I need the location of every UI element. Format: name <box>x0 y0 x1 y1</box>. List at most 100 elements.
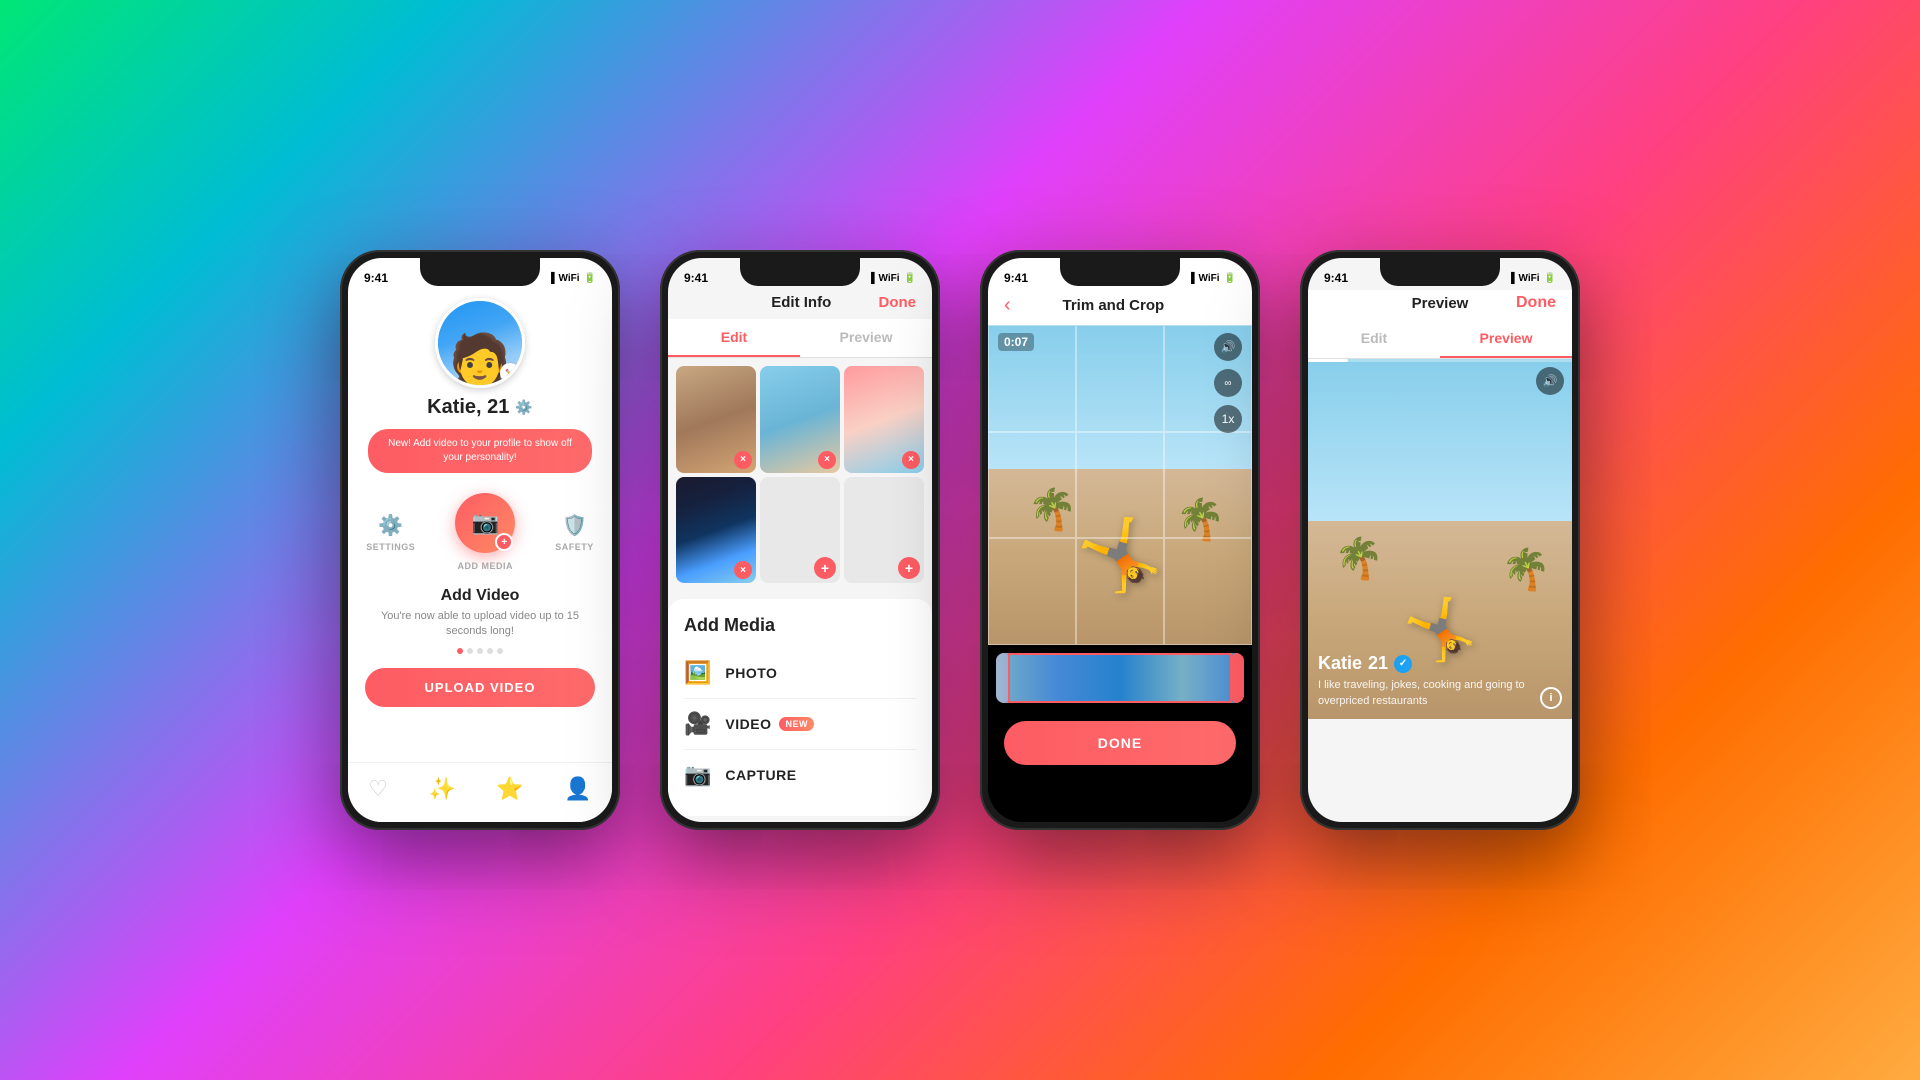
notch-4 <box>1380 258 1500 286</box>
name-text: Katie, 21 <box>427 396 509 419</box>
dot-5 <box>497 648 503 654</box>
preview-palm-right: 🌴 <box>1501 546 1551 593</box>
add-video-banner: New! Add video to your profile to show o… <box>368 429 592 473</box>
super-like-icon[interactable]: ⭐ <box>496 776 523 802</box>
photo-cell-1[interactable]: × <box>676 366 756 473</box>
phone-3-screen: 9:41 ▐ WiFi 🔋 ‹ Trim and Crop 🌴 🌴 🤸 <box>988 258 1252 822</box>
profile-icon[interactable]: 👤 <box>564 776 591 802</box>
status-icons-4: ▐ WiFi 🔋 <box>1507 273 1556 284</box>
verified-badge: ✓ <box>1394 655 1412 673</box>
video-icon: 🎥 <box>684 711 711 737</box>
preview-bio-text: I like traveling, jokes, cooking and goi… <box>1318 678 1562 709</box>
add-media-sheet-title: Add Media <box>684 615 916 636</box>
add-media-photo-item[interactable]: 🖼️ PHOTO <box>684 648 916 699</box>
profile-avatar: 🧑 ✏️ <box>435 298 525 388</box>
edit-info-title: Edit Info <box>771 294 831 311</box>
camera-button[interactable]: 📷 + <box>455 493 515 553</box>
photo-cell-add-2[interactable]: + <box>844 477 924 584</box>
settings-action[interactable]: ⚙️ SETTINGS <box>366 513 415 552</box>
edit-header-spacer: . <box>684 294 724 311</box>
edit-tabs: Edit Preview <box>668 319 932 358</box>
photo-remove-3[interactable]: × <box>902 451 920 469</box>
photo-cell-3[interactable]: × <box>844 366 924 473</box>
battery-icon-3: 🔋 <box>1224 273 1236 284</box>
wifi-icon: WiFi <box>559 273 580 284</box>
loop-button[interactable]: ∞ <box>1214 369 1242 397</box>
avatar-edit-icon[interactable]: ✏️ <box>500 363 520 383</box>
trim-selection <box>1008 653 1232 703</box>
photo-icon: 🖼️ <box>684 660 711 686</box>
add-media-sheet: Add Media 🖼️ PHOTO 🎥 VIDEO NEW 📷 CAPTURE <box>668 599 932 816</box>
dot-4 <box>487 648 493 654</box>
video-progress-bar[interactable] <box>1308 359 1572 362</box>
preview-age-text: 21 <box>1368 653 1388 674</box>
photo-cell-4[interactable]: × <box>676 477 756 584</box>
video-item-inner: VIDEO NEW <box>725 716 814 732</box>
capture-label: CAPTURE <box>725 767 796 783</box>
section-subtitle: You're now able to upload video up to 15… <box>348 609 612 640</box>
photo-add-icon-2[interactable]: + <box>898 557 920 579</box>
signal-icon-3: ▐ <box>1187 273 1194 284</box>
time-2: 9:41 <box>684 271 708 285</box>
new-badge: NEW <box>779 717 814 731</box>
preview-volume-button[interactable]: 🔊 <box>1536 367 1564 395</box>
carousel-dots <box>348 648 612 654</box>
dot-2 <box>467 648 473 654</box>
camera-icon: 📷 <box>472 510 499 536</box>
phone-2-screen: 9:41 ▐ WiFi 🔋 . Edit Info Done Edit Prev… <box>668 258 932 822</box>
add-media-action[interactable]: 📷 + ADD MEDIA <box>455 493 515 571</box>
photo-add-icon-1[interactable]: + <box>814 557 836 579</box>
battery-icon: 🔋 <box>584 273 596 284</box>
palm-tree-right: 🌴 <box>1176 496 1226 543</box>
dot-1 <box>457 648 463 654</box>
preview-profile-name: Katie 21 ✓ <box>1318 653 1562 674</box>
phone1-content: 🧑 ✏️ Katie, 21 ⚙️ New! Add video to your… <box>348 290 612 707</box>
profile-actions: ⚙️ SETTINGS 📷 + ADD MEDIA 🛡️ SAFETY <box>366 493 594 571</box>
settings-small-icon: ⚙️ <box>515 399 532 416</box>
photo-remove-1[interactable]: × <box>734 451 752 469</box>
speed-label: 1x <box>1222 412 1235 426</box>
photo-remove-2[interactable]: × <box>818 451 836 469</box>
notch-1 <box>420 258 540 286</box>
upload-video-button[interactable]: UPLOAD VIDEO <box>365 668 596 707</box>
volume-button[interactable]: 🔊 <box>1214 333 1242 361</box>
settings-label: SETTINGS <box>366 542 415 552</box>
preview-header: . Preview Done <box>1308 290 1572 320</box>
bottom-nav-1: ♡ ✨ ⭐ 👤 <box>348 762 612 822</box>
preview-header-spacer: . <box>1324 294 1364 312</box>
phone-4: 9:41 ▐ WiFi 🔋 . Preview Done Edit Previe… <box>1300 250 1580 830</box>
back-button[interactable]: ‹ <box>1004 294 1011 317</box>
speed-button[interactable]: 1x <box>1214 405 1242 433</box>
info-button[interactable]: i <box>1540 687 1562 709</box>
add-video-section: Add Video You're now able to upload vide… <box>348 587 612 707</box>
video-timestamp: 0:07 <box>998 333 1034 351</box>
time-3: 9:41 <box>1004 271 1028 285</box>
palm-tree-left: 🌴 <box>1028 486 1078 533</box>
photo-cell-add-1[interactable]: + <box>760 477 840 584</box>
add-media-video-item[interactable]: 🎥 VIDEO NEW <box>684 699 916 750</box>
photo-cell-2[interactable]: × <box>760 366 840 473</box>
trim-bar[interactable] <box>996 653 1244 703</box>
done-button-2[interactable]: Done <box>879 294 917 311</box>
photo-label: PHOTO <box>725 665 777 681</box>
tab-edit[interactable]: Edit <box>668 319 800 357</box>
wifi-icon-4: WiFi <box>1519 273 1540 284</box>
tab-preview[interactable]: Preview <box>800 319 932 357</box>
done-button-3[interactable]: DONE <box>1004 721 1236 765</box>
signal-icon: ▐ <box>547 273 554 284</box>
phone-2: 9:41 ▐ WiFi 🔋 . Edit Info Done Edit Prev… <box>660 250 940 830</box>
safety-label: SAFETY <box>555 542 594 552</box>
tab-preview-4[interactable]: Preview <box>1440 320 1572 358</box>
safety-action[interactable]: 🛡️ SAFETY <box>555 513 594 552</box>
tab-edit-4[interactable]: Edit <box>1308 320 1440 358</box>
preview-palm-left: 🌴 <box>1334 535 1384 582</box>
like-icon[interactable]: ♡ <box>368 776 388 802</box>
preview-title: Preview <box>1412 295 1469 312</box>
photo-remove-4[interactable]: × <box>734 561 752 579</box>
trim-handle-right[interactable] <box>1232 653 1244 703</box>
boost-icon[interactable]: ✨ <box>428 776 455 802</box>
signal-icon-2: ▐ <box>867 273 874 284</box>
add-media-capture-item[interactable]: 📷 CAPTURE <box>684 750 916 800</box>
done-button-4[interactable]: Done <box>1516 294 1556 312</box>
profile-name: Katie, 21 ⚙️ <box>427 396 533 419</box>
